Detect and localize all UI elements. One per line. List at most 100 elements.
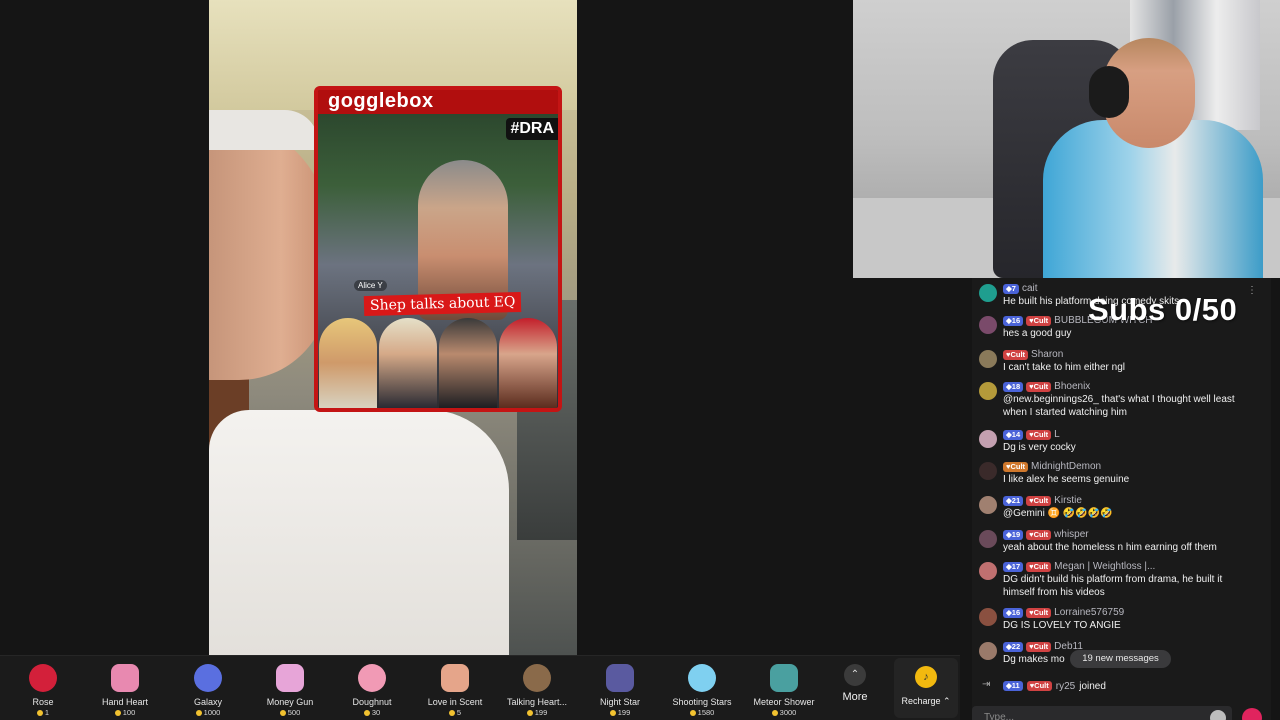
coin-icon bbox=[363, 709, 370, 716]
cult-badge-label: Cult bbox=[1033, 529, 1049, 539]
emoji-icon[interactable] bbox=[1210, 710, 1226, 720]
recharge-label: Recharge ⌃ bbox=[901, 696, 951, 706]
gift-item[interactable]: Night Star 199 bbox=[580, 664, 660, 717]
subs-goal-overlay: Subs 0/50 bbox=[1088, 292, 1238, 327]
gift-item[interactable]: Love in Scent 5 bbox=[415, 664, 495, 717]
level-badge-value: 14 bbox=[1011, 429, 1021, 439]
chat-message: ♥ Cult MidnightDemon I like alex he seems … bbox=[972, 460, 1271, 486]
avatar[interactable] bbox=[979, 642, 997, 660]
new-messages-pill[interactable]: 19 new messages bbox=[1070, 650, 1171, 668]
gift-price-value: 5 bbox=[456, 708, 462, 717]
gift-price: 1580 bbox=[662, 708, 742, 717]
avatar[interactable] bbox=[979, 496, 997, 514]
gift-name: Hand Heart bbox=[101, 697, 149, 707]
gift-name: Shooting Stars bbox=[672, 697, 732, 707]
gift-item[interactable]: Shooting Stars 1580 bbox=[662, 664, 742, 717]
cult-badge-label: Cult bbox=[1033, 607, 1049, 617]
chat-input[interactable]: Type... bbox=[972, 706, 1232, 720]
gift-name: Meteor Shower bbox=[753, 697, 815, 707]
avatar[interactable] bbox=[979, 382, 997, 400]
like-heart-button[interactable] bbox=[1242, 708, 1262, 720]
avatar[interactable] bbox=[979, 350, 997, 368]
chat-message-text: hes a good guy bbox=[1003, 328, 1072, 339]
chat-message: ◆ 21 ♥ Cult Kirstie @Gemini ♊ 🤣🤣🤣🤣 bbox=[972, 494, 1271, 520]
coin-icon bbox=[526, 709, 533, 716]
gift-name: Night Star bbox=[599, 697, 641, 707]
level-badge-value: 7 bbox=[1011, 283, 1016, 293]
cult-badge: ♥ Cult bbox=[1026, 561, 1052, 572]
chat-username[interactable]: MidnightDemon bbox=[1031, 461, 1101, 472]
level-badge: ◆ 18 bbox=[1003, 381, 1024, 392]
gift-name: Galaxy bbox=[193, 697, 222, 707]
clip-caption-banner: Shep talks about EQ bbox=[363, 291, 522, 317]
chat-username[interactable]: Bhoenix bbox=[1054, 381, 1090, 392]
gift-price: 3000 bbox=[744, 708, 824, 717]
level-badge-value: 18 bbox=[1011, 381, 1021, 391]
gift-price-value: 1000 bbox=[203, 708, 221, 717]
avatar[interactable] bbox=[979, 562, 997, 580]
chat-message: ♥ Cult Sharon I can't take to him either n… bbox=[972, 348, 1271, 374]
gift-icon bbox=[441, 664, 469, 692]
avatar[interactable] bbox=[979, 316, 997, 334]
gift-price-value: 199 bbox=[617, 708, 631, 717]
gift-item[interactable]: Rose 1 bbox=[3, 664, 83, 717]
gift-name: Money Gun bbox=[266, 697, 314, 707]
gift-price: 199 bbox=[580, 708, 660, 717]
cast-member bbox=[499, 318, 557, 408]
gift-item[interactable]: Meteor Shower 3000 bbox=[744, 664, 824, 717]
coin-icon bbox=[36, 709, 43, 716]
coin-icon bbox=[279, 709, 286, 716]
level-badge: ◆ 19 bbox=[1003, 529, 1024, 540]
gift-price-value: 1 bbox=[44, 708, 50, 717]
gift-item[interactable]: Galaxy 1000 bbox=[168, 664, 248, 717]
chat-username[interactable]: whisper bbox=[1054, 529, 1088, 540]
chat-message-text: DG IS LOVELY TO ANGIE bbox=[1003, 620, 1121, 631]
chat-username[interactable]: Lorraine576759 bbox=[1054, 607, 1124, 618]
gift-item[interactable]: Doughnut 30 bbox=[332, 664, 412, 717]
gift-icon bbox=[194, 664, 222, 692]
coin-icon bbox=[609, 709, 616, 716]
chat-username[interactable]: Megan | Weightloss |... bbox=[1054, 561, 1155, 572]
cult-badge-label: Cult bbox=[1033, 561, 1049, 571]
cult-badge-label: Cult bbox=[1033, 381, 1049, 391]
chat-username[interactable]: Sharon bbox=[1031, 349, 1063, 360]
chat-message-text: DG didn't build his platform from drama,… bbox=[1003, 574, 1223, 585]
person-face bbox=[209, 120, 329, 380]
gift-icon bbox=[358, 664, 386, 692]
chat-username[interactable]: L bbox=[1054, 429, 1060, 440]
recharge-button[interactable]: ♪ Recharge ⌃ bbox=[894, 658, 958, 718]
level-badge-value: 19 bbox=[1011, 529, 1021, 539]
avatar[interactable] bbox=[979, 530, 997, 548]
live-stream-viewer: gogglebox #DRA Alice Y Shep talks about … bbox=[0, 0, 1280, 720]
avatar[interactable] bbox=[979, 462, 997, 480]
chat-message-meta: ◆ 16 ♥ Cult Lorraine576759 bbox=[1003, 606, 1271, 619]
chat-username[interactable]: cait bbox=[1022, 283, 1038, 294]
coin-icon bbox=[689, 709, 696, 716]
gift-name: Love in Scent bbox=[427, 697, 483, 707]
gift-item[interactable]: Money Gun 500 bbox=[250, 664, 330, 717]
headphones-icon bbox=[1089, 66, 1129, 118]
cult-badge-label: Cult bbox=[1033, 495, 1049, 505]
joined-username[interactable]: ry25 bbox=[1056, 681, 1075, 692]
chat-message-meta: ◆ 18 ♥ Cult Bhoenix bbox=[1003, 380, 1271, 393]
webcam-feed[interactable] bbox=[853, 0, 1280, 278]
chat-message-meta: ◆ 21 ♥ Cult Kirstie bbox=[1003, 494, 1271, 507]
gift-item[interactable]: Hand Heart 100 bbox=[85, 664, 165, 717]
cast-member bbox=[319, 318, 377, 408]
cult-badge: ♥ Cult bbox=[1003, 349, 1029, 360]
avatar[interactable] bbox=[979, 608, 997, 626]
chat-username[interactable]: Kirstie bbox=[1054, 495, 1082, 506]
gift-item[interactable]: Talking Heart... 199 bbox=[497, 664, 577, 717]
chat-message-text-line2: himself from his videos bbox=[1003, 587, 1105, 598]
avatar[interactable] bbox=[979, 284, 997, 302]
cult-badge-label: Cult bbox=[1033, 429, 1049, 439]
cult-badge: ♥ Cult bbox=[1026, 529, 1052, 540]
more-gifts-button[interactable]: ⌃ More bbox=[835, 664, 875, 703]
chat-message-meta: ♥ Cult Sharon bbox=[1003, 348, 1271, 361]
avatar[interactable] bbox=[979, 430, 997, 448]
coin-icon bbox=[448, 709, 455, 716]
chat-message-text: yeah about the homeless n him earning of… bbox=[1003, 542, 1217, 553]
cult-badge: ♥ Cult bbox=[1026, 641, 1052, 652]
gift-icon bbox=[606, 664, 634, 692]
gift-name: Doughnut bbox=[352, 697, 392, 707]
